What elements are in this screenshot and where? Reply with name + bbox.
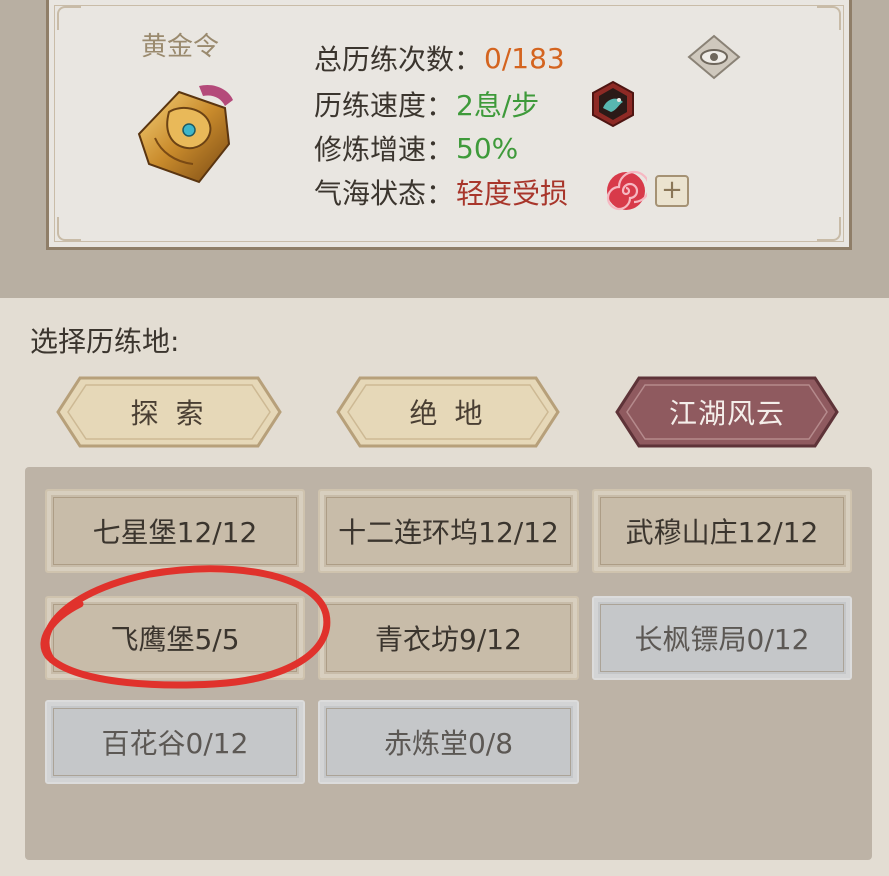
beast-badge-icon[interactable] [589, 80, 637, 128]
tab-jianghu-fengyun[interactable]: 江湖风云 [615, 376, 839, 448]
corner-ornament [817, 217, 841, 241]
location-qixingbao[interactable]: 七星堡12/12 [45, 489, 305, 573]
info-card: 黄金令 总历练次数： 0/183 历练速度： 2息/步 修炼增速： 50% 气海… [46, 0, 852, 250]
eye-icon[interactable] [687, 34, 741, 80]
location-changfengbiaoju[interactable]: 长枫镖局0/12 [592, 596, 852, 680]
stat-total-value: 0/183 [484, 41, 565, 75]
tab-jue-di[interactable]: 绝 地 [336, 376, 560, 448]
location-wumushanzhuang[interactable]: 武穆山庄12/12 [592, 489, 852, 573]
location-chiliantang[interactable]: 赤炼堂0/8 [318, 700, 579, 784]
stat-speed-value: 2息/步 [456, 89, 540, 122]
corner-ornament [57, 217, 81, 241]
location-label: 赤炼堂0/8 [383, 727, 514, 760]
location-qingyifang[interactable]: 青衣坊9/12 [318, 596, 579, 680]
corner-ornament [57, 6, 81, 30]
stat-boost-label: 修炼增速： [314, 133, 455, 166]
stat-qi-value: 轻度受损 [456, 177, 569, 210]
location-label: 青衣坊9/12 [375, 623, 522, 656]
stat-total-row: 总历练次数： 0/183 [314, 38, 565, 78]
swirl-icon [606, 170, 647, 211]
location-feiyingbao[interactable]: 飞鹰堡5/5 [45, 596, 305, 680]
location-label: 十二连环坞12/12 [338, 516, 559, 549]
token-label: 黄金令 [141, 32, 220, 62]
tab-explore[interactable]: 探 索 [56, 376, 282, 448]
stat-speed-label: 历练速度： [314, 89, 455, 122]
choose-location-label: 选择历练地: [30, 325, 180, 358]
location-label: 长枫镖局0/12 [634, 623, 810, 656]
location-label: 百花谷0/12 [101, 727, 249, 760]
stat-speed-row: 历练速度： 2息/步 [314, 84, 539, 124]
location-label: 武穆山庄12/12 [625, 516, 819, 549]
tab-jue-di-label: 绝 地 [409, 397, 487, 430]
gold-token-icon[interactable] [129, 78, 247, 190]
stat-total-label: 总历练次数： [314, 43, 483, 76]
tab-explore-label: 探 索 [130, 397, 208, 430]
stat-boost-row: 修炼增速： 50% [314, 128, 518, 168]
stat-boost-value: 50% [456, 131, 519, 165]
stat-qi-row: 气海状态： 轻度受损 [314, 172, 568, 212]
location-shierlianhuanwu[interactable]: 十二连环坞12/12 [318, 489, 579, 573]
restore-qi-button[interactable]: + [655, 175, 689, 207]
location-label: 飞鹰堡5/5 [110, 623, 240, 656]
location-label: 七星堡12/12 [92, 516, 258, 549]
tab-jianghu-fengyun-label: 江湖风云 [668, 397, 785, 430]
stat-qi-label: 气海状态： [314, 177, 455, 210]
location-baihuagu[interactable]: 百花谷0/12 [45, 700, 305, 784]
corner-ornament [817, 6, 841, 30]
